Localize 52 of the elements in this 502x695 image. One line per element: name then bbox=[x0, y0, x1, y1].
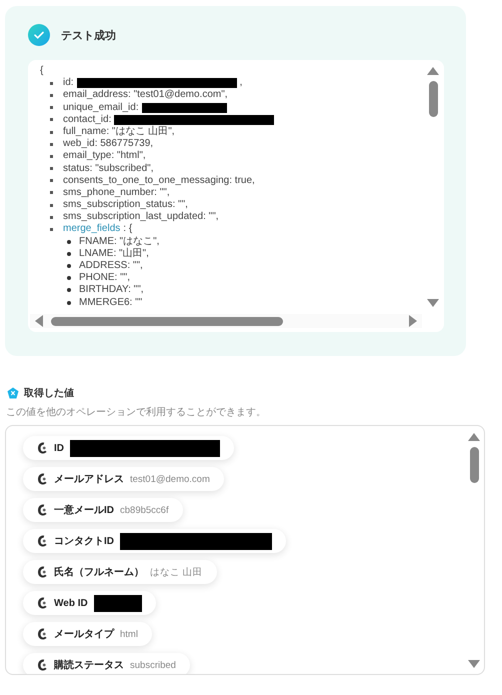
json-line: sms_phone_number: "", bbox=[63, 186, 170, 200]
json-line: web_id: 586775739, bbox=[63, 138, 154, 150]
scroll-right-icon[interactable] bbox=[409, 315, 418, 327]
app-logo-icon bbox=[37, 628, 48, 640]
app-logo-icon bbox=[37, 659, 48, 671]
variable-icon bbox=[7, 387, 19, 399]
app-logo-icon bbox=[37, 566, 48, 578]
scrollbar-thumb[interactable] bbox=[470, 447, 478, 483]
scroll-up-icon[interactable] bbox=[468, 432, 480, 441]
value-chip[interactable]: ID bbox=[23, 436, 234, 460]
json-key: contact_id: bbox=[63, 114, 112, 126]
scroll-down-icon[interactable] bbox=[468, 660, 480, 669]
app-logo-icon bbox=[37, 442, 48, 454]
json-line: status: "subscribed", bbox=[63, 162, 154, 175]
json-line: email_address: "test01@demo.com", bbox=[63, 89, 228, 102]
section-description: この値を他のオペレーションで利用することができます。 bbox=[5, 406, 267, 419]
scrollbar-thumb[interactable] bbox=[51, 316, 283, 326]
json-brace: { bbox=[40, 65, 44, 78]
json-line: FNAME: "はなこ", bbox=[79, 236, 160, 248]
scroll-down-icon[interactable] bbox=[427, 299, 439, 308]
value-chip[interactable]: メールアドレス test01@demo.com bbox=[23, 467, 224, 491]
json-line: BIRTHDAY: "", bbox=[79, 284, 144, 297]
json-key: unique_email_id: bbox=[63, 102, 139, 114]
value-chip[interactable]: メールタイプ html bbox=[23, 622, 152, 646]
json-line: full_name: "はなこ 山田", bbox=[63, 126, 175, 138]
value-chip[interactable]: コンタクトID bbox=[23, 529, 286, 553]
json-line: ADDRESS: "", bbox=[79, 260, 143, 272]
json-line: consents_to_one_to_one_messaging: true, bbox=[63, 174, 255, 187]
section-title: 取得した値 bbox=[24, 386, 74, 400]
redaction-bar bbox=[94, 594, 142, 612]
app-logo-icon bbox=[37, 597, 48, 609]
json-object-key[interactable]: merge_fields bbox=[63, 223, 120, 236]
json-line: LNAME: "山田", bbox=[79, 248, 149, 260]
json-line: PHONE: "", bbox=[79, 272, 130, 284]
app-logo-icon bbox=[37, 535, 48, 547]
scroll-up-icon[interactable] bbox=[427, 66, 439, 75]
json-line: email_type: "html", bbox=[63, 150, 146, 163]
json-line: MMERGE6: "" bbox=[79, 296, 142, 309]
value-chip[interactable]: 購読ステータス subscribed bbox=[23, 653, 190, 674]
app-logo-icon bbox=[37, 504, 48, 516]
json-key: id: bbox=[63, 77, 74, 90]
json-punctuation: , bbox=[240, 77, 242, 90]
json-line: sms_subscription_status: "", bbox=[63, 199, 188, 212]
app-logo-icon bbox=[37, 473, 48, 485]
value-chip[interactable]: 一意メールID cb89b5cc6f bbox=[23, 498, 183, 522]
result-title: テスト成功 bbox=[61, 28, 116, 42]
json-line: sms_subscription_last_updated: "", bbox=[63, 211, 219, 224]
value-chip[interactable]: 氏名（フルネーム） はなこ 山田 bbox=[23, 560, 217, 584]
scroll-left-icon[interactable] bbox=[34, 315, 43, 327]
scrollbar-thumb[interactable] bbox=[428, 81, 438, 117]
json-punctuation: : { bbox=[123, 223, 132, 236]
value-chip[interactable]: Web ID bbox=[23, 591, 156, 615]
